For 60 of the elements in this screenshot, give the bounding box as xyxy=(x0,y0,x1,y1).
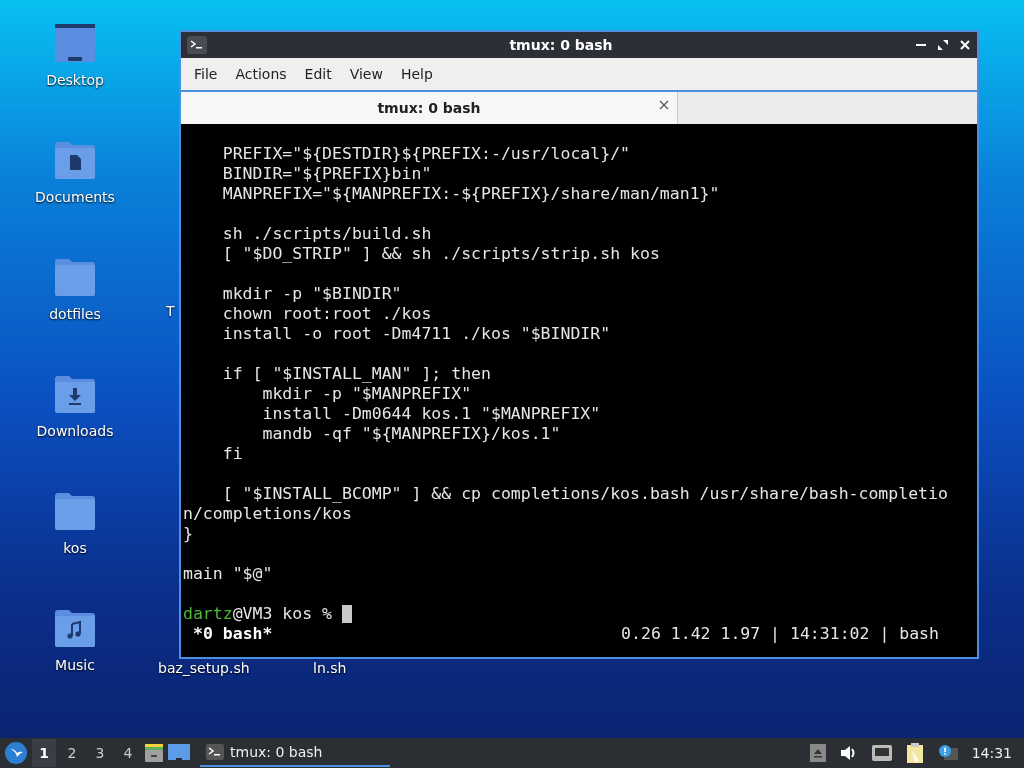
menu-item[interactable]: Edit xyxy=(295,62,341,86)
clock: 14:31 xyxy=(971,745,1012,761)
workspace-button[interactable]: 3 xyxy=(88,739,112,767)
document-folder-icon xyxy=(55,141,95,179)
desktop-icon[interactable] xyxy=(168,744,190,762)
desktop-icon-label[interactable]: Downloads xyxy=(36,423,114,439)
terminal-line: } xyxy=(183,524,194,544)
folder-icon xyxy=(55,258,95,296)
prompt-text: @VM3 kos % xyxy=(232,604,333,624)
terminal-line: main "$@" xyxy=(183,564,274,584)
terminal-icon xyxy=(187,36,207,54)
folder-icon xyxy=(55,492,95,530)
workspace-button[interactable]: 4 xyxy=(116,739,140,767)
network-icon[interactable] xyxy=(871,745,892,761)
terminal-line: if [ "$INSTALL_MAN" ]; then xyxy=(221,364,492,384)
desktop-icon-label[interactable]: baz_setup.sh xyxy=(158,661,250,675)
desktop-icon-label[interactable]: ln.sh xyxy=(313,661,347,675)
workspace-button[interactable]: 2 xyxy=(60,739,84,767)
text-cursor xyxy=(341,605,352,623)
terminal-line: n/completions/kos xyxy=(183,504,353,524)
desktop-icon-label[interactable]: T xyxy=(166,304,175,318)
close-icon[interactable] xyxy=(659,100,669,110)
start-menu-icon[interactable] xyxy=(4,741,28,765)
prompt-user: dartz xyxy=(183,604,233,624)
eject-icon[interactable] xyxy=(809,744,826,762)
desktop-icon-label[interactable]: Music xyxy=(55,657,95,673)
menu-item[interactable]: Help xyxy=(391,62,442,86)
terminal-line: PREFIX="${DESTDIR}${PREFIX:-/usr/local}/" xyxy=(221,144,632,164)
terminal-line: sh ./scripts/build.sh xyxy=(221,224,433,244)
desktop-icon-label[interactable]: Documents xyxy=(35,189,115,205)
maximize-icon[interactable] xyxy=(937,39,949,51)
terminal-line: MANPREFIX="${MANPREFIX:-${PREFIX}/share/man/man1}" xyxy=(221,184,721,204)
terminal-line: BINDIR="${PREFIX}bin" xyxy=(221,164,433,184)
desktop-folder-icon xyxy=(55,24,95,62)
terminal-line: install -o root -Dm4711 ./kos "$BINDIR" xyxy=(221,324,612,344)
terminal-line: chown root:root ./kos xyxy=(221,304,433,324)
desktop-icon-label[interactable]: kos xyxy=(63,540,87,556)
file-cabinet-icon[interactable] xyxy=(144,743,164,763)
tab[interactable]: tmux: 0 bash xyxy=(181,92,678,124)
tmux-window-label: *0 bash* xyxy=(193,624,273,644)
window-title: tmux: 0 bash xyxy=(508,37,614,53)
taskbar-task[interactable]: tmux: 0 bash xyxy=(200,739,390,767)
terminal-line: mkdir -p "$MANPREFIX" xyxy=(261,384,473,404)
notification-icon[interactable] xyxy=(937,744,958,762)
menu-item[interactable]: File xyxy=(185,62,227,86)
terminal-line: fi xyxy=(221,444,244,464)
terminal-icon xyxy=(206,744,224,760)
desktop-icon-label[interactable]: dotfiles xyxy=(49,306,101,322)
menu-item[interactable]: View xyxy=(340,62,392,86)
terminal-line: install -Dm0644 kos.1 "$MANPREFIX" xyxy=(261,404,602,424)
clipboard-icon[interactable] xyxy=(905,743,924,763)
menu-item[interactable]: Actions xyxy=(226,62,296,86)
terminal-line: [ "$DO_STRIP" ] && sh ./scripts/strip.sh kos xyxy=(221,244,661,264)
tmux-status-info: 0.26 1.42 1.97 | 14:31:02 | bash xyxy=(621,624,939,644)
terminal-line: mkdir -p "$BINDIR" xyxy=(221,284,403,304)
workspace-button[interactable]: 1 xyxy=(32,739,56,767)
terminal-line: mandb -qf "${MANPREFIX}/kos.1" xyxy=(261,424,562,444)
music-folder-icon xyxy=(55,609,95,647)
terminal-line: [ "$INSTALL_BCOMP" ] && cp completions/kos.bash /usr/share/bash-completio xyxy=(221,484,949,504)
download-folder-icon xyxy=(55,375,95,413)
